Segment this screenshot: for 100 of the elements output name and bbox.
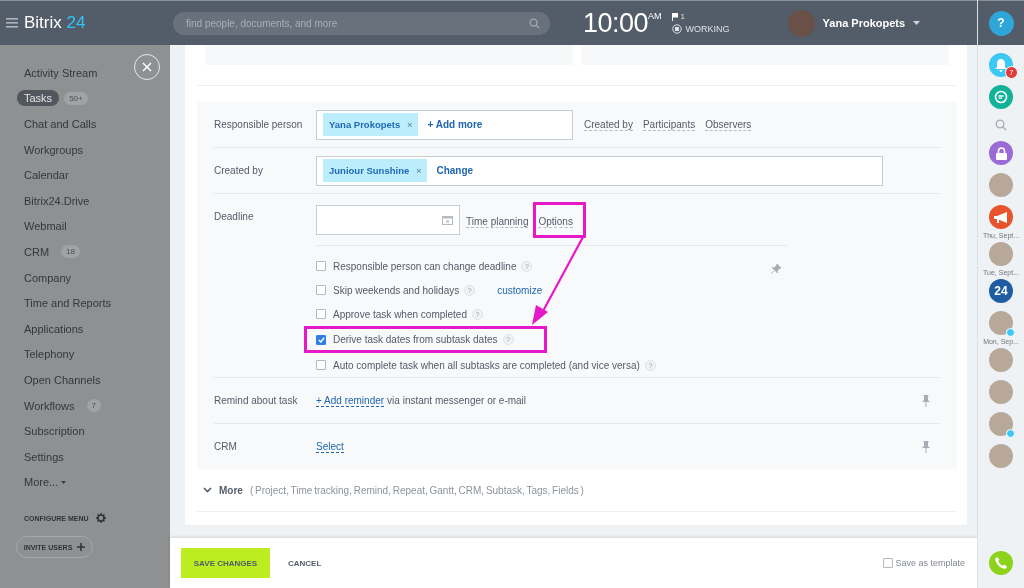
contact-avatar[interactable]	[989, 173, 1013, 197]
save-button[interactable]: SAVE CHANGES	[181, 548, 270, 578]
search-field[interactable]: find people, documents, and more	[173, 11, 550, 35]
role-link[interactable]: Observers	[705, 118, 752, 131]
plus-icon	[77, 543, 86, 552]
people-field[interactable]: Juniour Sunshine × Change	[316, 155, 883, 186]
people-field[interactable]: Yana Prokopets × + Add more	[316, 109, 573, 140]
field-label: CRM	[214, 441, 238, 452]
sidebar-item[interactable]: Subscription	[17, 423, 92, 440]
chevron-icon[interactable]	[203, 487, 212, 493]
deadline-link[interactable]: Time planning	[466, 216, 529, 228]
work-status[interactable]: WORKING	[671, 24, 730, 34]
user-avatar	[787, 9, 815, 37]
person-tag[interactable]: Yana Prokopets ×	[323, 113, 419, 136]
checkbox[interactable]	[316, 309, 326, 319]
sidebar-item[interactable]: Calendar	[17, 167, 76, 184]
checkbox-label: Save as template	[895, 558, 966, 568]
customize-link[interactable]: customize	[497, 284, 543, 296]
date-field[interactable]	[316, 205, 460, 235]
close-icon	[142, 62, 152, 72]
online-indicator	[1006, 429, 1015, 438]
sidebar-item[interactable]: Workgroups	[17, 141, 91, 158]
contact-avatar[interactable]	[989, 444, 1013, 468]
sidebar-item[interactable]: Telephony	[17, 346, 82, 363]
option-label: Auto complete task when all subtasks are completed (and vice versa)	[333, 359, 640, 371]
more-toggle[interactable]: More	[219, 484, 243, 496]
user-menu[interactable]: Yana Prokopets	[787, 9, 921, 37]
option-label: Approve task when completed	[333, 308, 467, 320]
field-label: Created by	[214, 165, 264, 176]
flag-count: 1	[680, 12, 686, 21]
person-tag[interactable]: Juniour Sunshine ×	[323, 159, 428, 182]
sidebar-item[interactable]: Activity Stream	[17, 64, 105, 81]
option-label: Skip weekends and holidays	[333, 284, 460, 296]
sidebar-item[interactable]: Bitrix24.Drive	[17, 192, 97, 209]
chat-button[interactable]	[989, 85, 1013, 109]
clock-period: AM	[648, 10, 662, 21]
checkbox[interactable]	[316, 285, 326, 295]
checkbox[interactable]	[316, 334, 326, 345]
contact-avatar[interactable]	[989, 311, 1013, 335]
bitrix-chat-button[interactable]: 24	[989, 279, 1013, 303]
sidebar-item[interactable]: Chat and Calls	[17, 116, 104, 132]
remove-icon[interactable]: ×	[406, 119, 413, 130]
cancel-button[interactable]: CANCEL	[282, 557, 328, 569]
sidebar-item[interactable]: Open Channels	[17, 371, 108, 388]
contact-avatar[interactable]	[989, 380, 1013, 404]
contact-avatar[interactable]	[989, 412, 1013, 436]
lock-icon	[995, 146, 1007, 160]
search-icon	[529, 17, 540, 29]
contact-avatar[interactable]	[989, 242, 1013, 266]
role-link[interactable]: Created by	[584, 118, 633, 131]
more-sections: ( Project, Time tracking, Remind, Repeat, Gantt, CRM, Subtask, Tags, Fields )	[249, 484, 584, 496]
call-button[interactable]	[989, 551, 1013, 575]
deadline-link[interactable]: Options	[538, 216, 573, 228]
field-label: Remind about task	[214, 395, 299, 406]
add-reminder-link[interactable]: + Add reminder	[316, 394, 385, 407]
search-icon[interactable]	[995, 119, 1007, 131]
sidebar-item[interactable]: Settings	[17, 448, 71, 465]
bell-icon	[995, 58, 1007, 72]
count-badge: 7	[86, 399, 101, 412]
pin-icon[interactable]	[922, 394, 931, 407]
contact-avatar[interactable]	[989, 348, 1013, 372]
count-badge: 18	[61, 245, 80, 259]
gear-icon[interactable]	[95, 513, 106, 524]
checkbox[interactable]	[316, 360, 326, 370]
announcement-button[interactable]	[989, 205, 1013, 229]
option-label: Responsible person can change deadline	[333, 260, 517, 272]
pin-icon[interactable]	[922, 440, 931, 453]
sidebar-item[interactable]: CRM	[17, 243, 57, 260]
calendar-icon[interactable]	[442, 215, 453, 225]
sidebar-item[interactable]: Webmail	[17, 218, 74, 235]
help-button[interactable]: ?	[988, 10, 1014, 36]
sidebar-item[interactable]: Applications	[17, 320, 91, 337]
clock-time[interactable]: 10:00	[583, 7, 649, 39]
sidebar-item[interactable]: More...	[17, 474, 74, 491]
option-label: Derive task dates from subtask dates	[333, 334, 498, 345]
pin-icon[interactable]	[771, 264, 781, 274]
reminder-hint: via instant messenger or e-mail	[387, 395, 527, 406]
checkbox[interactable]	[882, 558, 893, 568]
logo[interactable]: Bitrix 24	[24, 13, 86, 33]
sidebar-item[interactable]: Workflows	[17, 397, 82, 414]
notifications-button[interactable]	[989, 53, 1013, 77]
sidebar-item[interactable]: Time and Reports	[17, 295, 119, 312]
change-link[interactable]: Change	[436, 165, 474, 176]
chat-icon	[994, 90, 1008, 104]
select-link[interactable]: Select	[316, 440, 344, 453]
lock-button[interactable]	[989, 141, 1013, 165]
remove-icon[interactable]: ×	[415, 165, 422, 176]
flag-icon	[671, 12, 678, 21]
sidebar-item[interactable]: Tasks	[17, 90, 60, 107]
count-badge: 50+	[64, 91, 88, 105]
role-link[interactable]: Participants	[642, 118, 696, 131]
status-icon	[671, 24, 682, 34]
add-more-link[interactable]: + Add more	[427, 119, 483, 130]
field-label: Responsible person	[214, 119, 304, 130]
status-label: WORKING	[685, 24, 730, 34]
sidebar-item[interactable]: Company	[17, 269, 79, 286]
phone-icon	[995, 557, 1007, 569]
menu-icon[interactable]	[6, 18, 18, 28]
checkbox[interactable]	[316, 261, 326, 271]
caret-icon	[913, 21, 921, 25]
